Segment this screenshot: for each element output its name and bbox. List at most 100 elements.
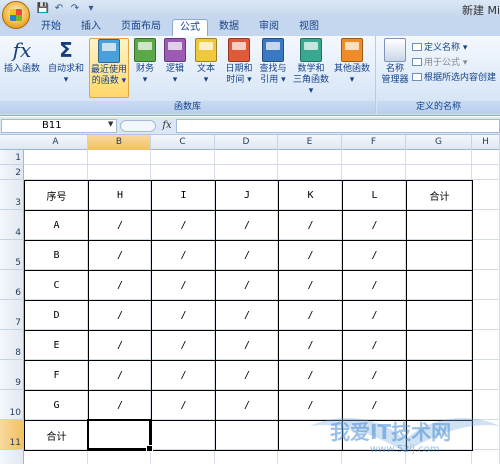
- table-cell[interactable]: /: [278, 360, 343, 391]
- table-cell[interactable]: /: [151, 210, 216, 241]
- row-header-2[interactable]: 2: [0, 165, 24, 180]
- redo-icon[interactable]: ↷: [68, 2, 82, 15]
- table-cell[interactable]: /: [278, 270, 343, 301]
- table-cell[interactable]: /: [342, 210, 407, 241]
- table-cell[interactable]: /: [342, 300, 407, 331]
- table-cell[interactable]: [151, 420, 216, 451]
- table-cell[interactable]: 序号: [24, 180, 89, 211]
- row-header-10[interactable]: 10: [0, 390, 24, 420]
- insert-function-fx-icon[interactable]: fx: [160, 119, 174, 133]
- datetime-button[interactable]: 日期和 时间 ▾: [222, 38, 256, 86]
- column-header-a[interactable]: A: [24, 135, 88, 150]
- table-cell[interactable]: [406, 270, 473, 301]
- table-cell[interactable]: B: [24, 240, 89, 271]
- tab-formulas[interactable]: 公式: [172, 19, 208, 36]
- table-cell[interactable]: /: [342, 270, 407, 301]
- table-cell[interactable]: [406, 330, 473, 361]
- column-header-g[interactable]: G: [406, 135, 472, 150]
- column-header-e[interactable]: E: [278, 135, 342, 150]
- table-cell[interactable]: /: [151, 360, 216, 391]
- table-cell[interactable]: /: [342, 330, 407, 361]
- table-cell[interactable]: A: [24, 210, 89, 241]
- table-cell[interactable]: /: [278, 300, 343, 331]
- tab-view[interactable]: 视图: [292, 19, 326, 36]
- table-cell[interactable]: /: [342, 360, 407, 391]
- table-cell[interactable]: /: [278, 240, 343, 271]
- table-cell[interactable]: /: [278, 330, 343, 361]
- table-cell[interactable]: H: [88, 180, 152, 211]
- table-cell[interactable]: J: [215, 180, 279, 211]
- table-cell[interactable]: /: [215, 330, 279, 361]
- name-box-dropdown-icon[interactable]: ▼: [108, 120, 113, 128]
- table-cell[interactable]: /: [215, 390, 279, 421]
- save-icon[interactable]: 💾: [36, 2, 50, 15]
- table-cell[interactable]: L: [342, 180, 407, 211]
- lookup-button[interactable]: 查找与 引用 ▾: [256, 38, 290, 86]
- table-cell[interactable]: /: [151, 270, 216, 301]
- table-cell[interactable]: /: [88, 330, 152, 361]
- table-cell[interactable]: E: [24, 330, 89, 361]
- insert-function-button[interactable]: fx 插入函数: [2, 38, 42, 75]
- table-cell[interactable]: /: [151, 240, 216, 271]
- row-header-5[interactable]: 5: [0, 240, 24, 270]
- table-cell[interactable]: /: [151, 330, 216, 361]
- name-box[interactable]: B11: [1, 119, 117, 133]
- table-cell[interactable]: /: [215, 210, 279, 241]
- table-cell[interactable]: /: [215, 360, 279, 391]
- row-header-3[interactable]: 3: [0, 180, 24, 210]
- row-header-7[interactable]: 7: [0, 300, 24, 330]
- tab-review[interactable]: 审阅: [252, 19, 286, 36]
- use-in-formula-button[interactable]: 用于公式 ▾: [412, 57, 467, 69]
- column-header-f[interactable]: F: [342, 135, 406, 150]
- table-cell[interactable]: 合计: [406, 180, 473, 211]
- table-cell[interactable]: [406, 360, 473, 391]
- table-cell[interactable]: /: [151, 300, 216, 331]
- row-header-11[interactable]: 11: [0, 420, 24, 450]
- text-button[interactable]: 文本 ▾: [192, 38, 220, 86]
- undo-icon[interactable]: ↶: [52, 2, 66, 15]
- row-header-1[interactable]: 1: [0, 150, 24, 165]
- office-button[interactable]: [2, 1, 30, 29]
- formula-bar-handle[interactable]: [120, 120, 156, 132]
- tab-insert[interactable]: 插入: [74, 19, 108, 36]
- more-functions-button[interactable]: 其他函数 ▾: [332, 38, 372, 86]
- table-cell[interactable]: /: [88, 360, 152, 391]
- table-cell[interactable]: /: [215, 300, 279, 331]
- table-cell[interactable]: /: [88, 270, 152, 301]
- row-header-9[interactable]: 9: [0, 360, 24, 390]
- logical-button[interactable]: 逻辑 ▾: [162, 38, 188, 86]
- table-cell[interactable]: [406, 300, 473, 331]
- table-cell[interactable]: K: [278, 180, 343, 211]
- autosum-button[interactable]: Σ 自动求和 ▾: [46, 38, 86, 86]
- column-header-h[interactable]: H: [472, 135, 500, 150]
- row-header-6[interactable]: 6: [0, 270, 24, 300]
- column-header-c[interactable]: C: [151, 135, 215, 150]
- table-cell[interactable]: D: [24, 300, 89, 331]
- table-cell[interactable]: C: [24, 270, 89, 301]
- formula-input[interactable]: [176, 119, 500, 133]
- recent-functions-button[interactable]: 最近使用 的函数 ▾: [89, 38, 129, 98]
- table-cell[interactable]: /: [342, 240, 407, 271]
- table-cell[interactable]: F: [24, 360, 89, 391]
- table-cell[interactable]: /: [88, 390, 152, 421]
- create-from-selection-button[interactable]: 根据所选内容创建: [412, 72, 496, 84]
- table-cell[interactable]: G: [24, 390, 89, 421]
- tab-home[interactable]: 开始: [34, 19, 68, 36]
- math-button[interactable]: 数学和 三角函数 ▾: [290, 38, 332, 97]
- table-cell[interactable]: [406, 210, 473, 241]
- table-cell[interactable]: /: [215, 270, 279, 301]
- tab-page-layout[interactable]: 页面布局: [114, 19, 168, 36]
- table-cell[interactable]: 合计: [24, 420, 89, 451]
- table-cell[interactable]: [215, 420, 279, 451]
- customize-toolbar-icon[interactable]: ▾: [84, 2, 98, 15]
- table-cell[interactable]: /: [88, 240, 152, 271]
- tab-data[interactable]: 数据: [212, 19, 246, 36]
- row-header-8[interactable]: 8: [0, 330, 24, 360]
- table-cell[interactable]: [406, 240, 473, 271]
- table-cell[interactable]: /: [151, 390, 216, 421]
- row-header-4[interactable]: 4: [0, 210, 24, 240]
- define-name-button[interactable]: 定义名称 ▾: [412, 42, 467, 54]
- column-header-d[interactable]: D: [215, 135, 278, 150]
- table-cell[interactable]: /: [278, 210, 343, 241]
- table-cell[interactable]: /: [88, 300, 152, 331]
